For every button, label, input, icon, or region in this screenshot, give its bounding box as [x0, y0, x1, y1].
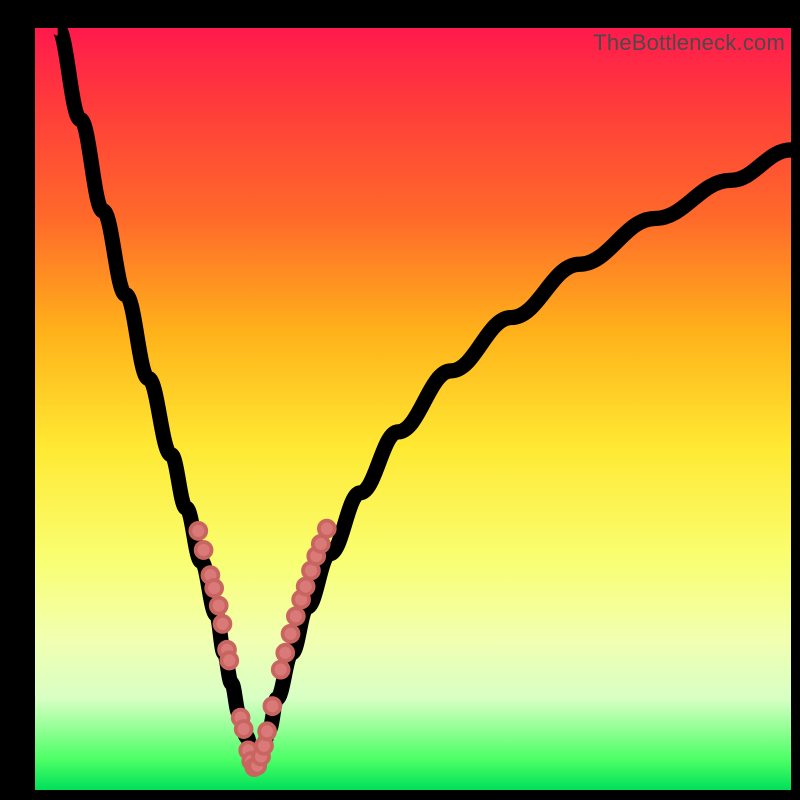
chart-frame: TheBottleneck.com	[0, 0, 800, 800]
data-marker	[277, 645, 293, 661]
data-marker	[298, 579, 314, 595]
data-marker	[206, 580, 222, 596]
data-marker	[259, 723, 275, 739]
plot-area: TheBottleneck.com	[35, 28, 791, 790]
data-marker	[215, 616, 231, 632]
data-marker	[319, 521, 335, 537]
chart-svg	[35, 28, 791, 790]
data-marker	[211, 598, 227, 614]
data-marker	[221, 652, 237, 668]
data-marker	[196, 542, 212, 558]
data-marker	[273, 662, 289, 678]
data-marker	[190, 523, 206, 539]
data-marker	[288, 608, 304, 624]
data-marker	[283, 626, 299, 642]
data-marker	[264, 698, 280, 714]
data-marker	[236, 721, 252, 737]
marker-group	[190, 521, 334, 776]
bottleneck-curve	[58, 28, 791, 767]
